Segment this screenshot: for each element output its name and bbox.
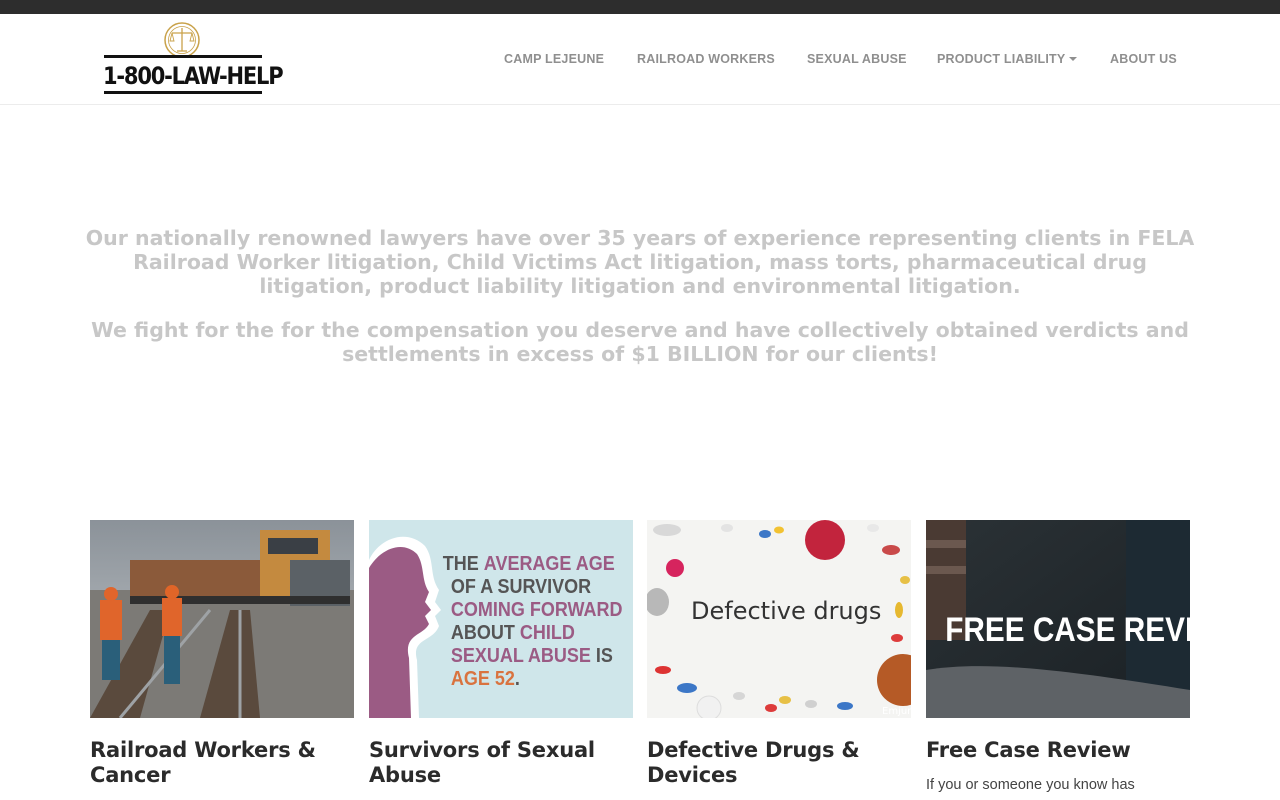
graphic-text-line4a: ABOUT (451, 622, 520, 644)
pills-illustration: Defective drugs Emjur (647, 520, 911, 718)
nav-about-us[interactable]: ABOUT US (1110, 52, 1177, 66)
free-case-review-image[interactable]: FREE CASE REVIEW (926, 520, 1190, 718)
nav-railroad-workers[interactable]: RAILROAD WORKERS (637, 52, 775, 66)
defective-drugs-image[interactable]: Defective drugs Emjur (647, 520, 911, 718)
nav-camp-lejeune[interactable]: CAMP LEJEUNE (504, 52, 604, 66)
graphic-text-line6b: . (515, 668, 520, 690)
practice-area-cards: Railroad Workers & Cancer THE AVERAGE AG… (90, 520, 1190, 800)
caret-down-icon (1069, 56, 1078, 61)
graphic-text-line6a: AGE 52 (451, 668, 515, 690)
graphic-text-line5: SEXUAL ABUSE IS (451, 645, 613, 667)
graphic-text-line5b: IS (591, 645, 613, 667)
card-title[interactable]: Railroad Workers & Cancer (90, 738, 354, 788)
image-credit: Emjur (882, 706, 911, 717)
survivor-graphic: THE AVERAGE AGE OF A SURVIVOR COMING FOR… (369, 520, 633, 718)
card-description: If you or someone you know has (926, 777, 1135, 793)
card-defective-drugs[interactable]: Defective drugs Emjur Defective Drugs & … (647, 520, 911, 788)
case-review-illustration: FREE CASE REVIEW (926, 520, 1190, 718)
site-logo[interactable]: 1-800-LAW-HELP (103, 21, 284, 96)
graphic-text-line5a: SEXUAL ABUSE (451, 645, 591, 667)
graphic-text-line6: AGE 52. (451, 668, 520, 690)
card-railroad-workers[interactable]: Railroad Workers & Cancer (90, 520, 354, 788)
logo-underline (104, 91, 262, 94)
logo-divider (104, 55, 262, 58)
survivor-age-graphic[interactable]: THE AVERAGE AGE OF A SURVIVOR COMING FOR… (369, 520, 633, 718)
navbar: 1-800-LAW-HELP CAMP LEJEUNE RAILROAD WOR… (0, 14, 1280, 105)
graphic-text-line1a: THE (443, 553, 484, 575)
railroad-illustration (90, 520, 354, 718)
card-sexual-abuse[interactable]: THE AVERAGE AGE OF A SURVIVOR COMING FOR… (369, 520, 633, 788)
graphic-text-line2: OF A SURVIVOR (451, 576, 592, 598)
hero-paragraph-experience: Our nationally renowned lawyers have ove… (85, 226, 1195, 298)
card-free-case-review[interactable]: FREE CASE REVIEW Free Case Review If you… (926, 520, 1190, 795)
nav-sexual-abuse[interactable]: SEXUAL ABUSE (807, 52, 907, 66)
railroad-workers-photo[interactable] (90, 520, 354, 718)
card-title[interactable]: Free Case Review (926, 738, 1190, 763)
card-title[interactable]: Survivors of Sexual Abuse (369, 738, 633, 788)
logo-text: 1-800-LAW-HELP (103, 62, 284, 90)
graphic-text-line4b: CHILD (520, 622, 575, 644)
nav-product-liability-label: PRODUCT LIABILITY (937, 52, 1066, 66)
hero-paragraph-results: We fight for the for the compensation yo… (91, 318, 1189, 366)
graphic-text-line1: THE AVERAGE AGE (443, 553, 615, 575)
drugs-image-caption: Defective drugs (691, 597, 881, 625)
hero-section: Our nationally renowned lawyers have ove… (80, 226, 1200, 386)
graphic-text-line4: ABOUT CHILD (451, 622, 575, 644)
scales-of-justice-icon (164, 22, 200, 58)
card-title[interactable]: Defective Drugs & Devices (647, 738, 911, 788)
graphic-text-line3: COMING FORWARD (451, 599, 623, 621)
graphic-text-line1b: AVERAGE AGE (484, 553, 615, 575)
nav-product-liability[interactable]: PRODUCT LIABILITY (937, 52, 1078, 66)
top-bar (0, 0, 1280, 14)
case-review-image-caption: FREE CASE REVIEW (945, 610, 1190, 648)
